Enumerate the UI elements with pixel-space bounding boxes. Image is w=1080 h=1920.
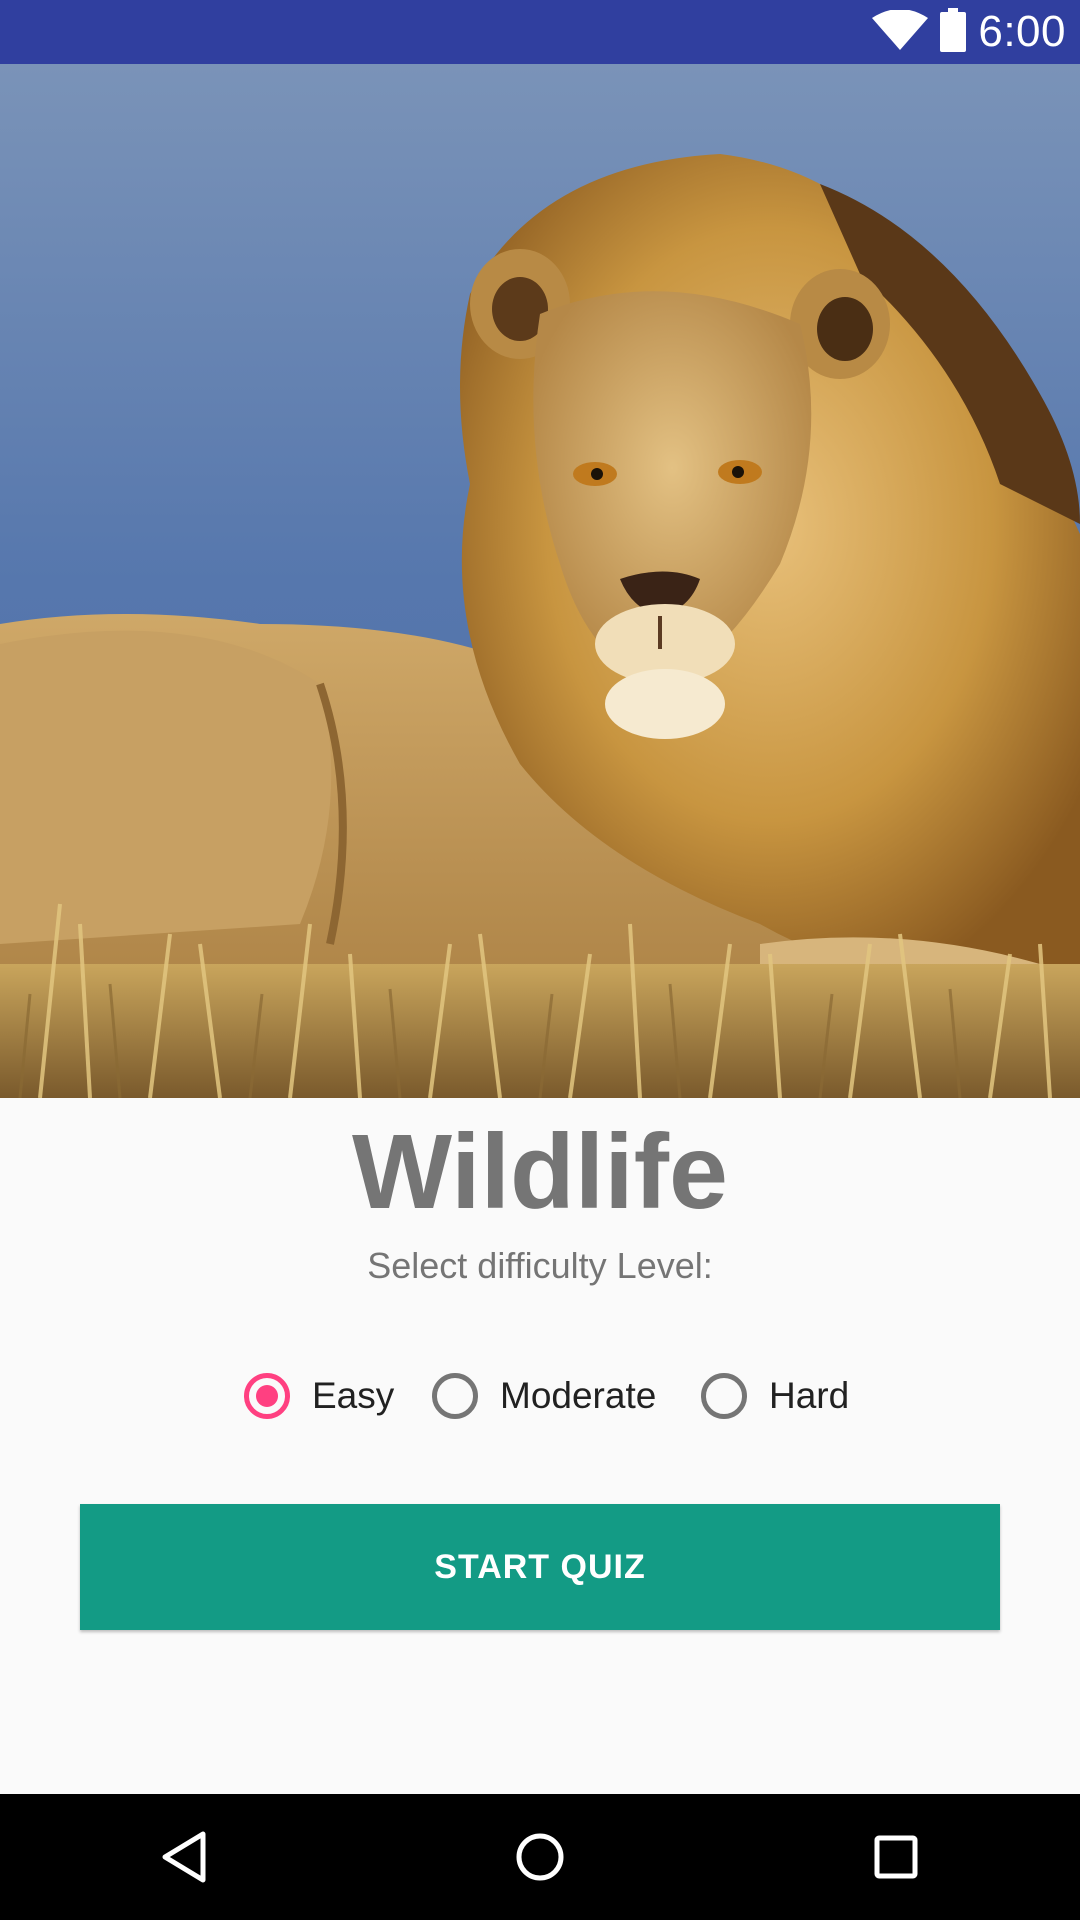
radio-unchecked-icon[interactable]	[701, 1373, 747, 1419]
recents-icon	[874, 1835, 918, 1879]
radio-unchecked-icon[interactable]	[432, 1373, 478, 1419]
radio-moderate-label: Moderate	[500, 1375, 657, 1416]
radio-easy-label: Easy	[312, 1375, 395, 1416]
status-bar: 6:00	[0, 0, 1080, 64]
radio-dot	[256, 1385, 278, 1407]
recents-button[interactable]	[816, 1794, 976, 1920]
radio-hard-label: Hard	[769, 1375, 850, 1416]
lion-image	[0, 64, 1080, 1098]
page-title: Wildlife	[352, 1113, 728, 1231]
battery-icon	[940, 7, 967, 57]
radio-hard[interactable]: Hard	[701, 1366, 849, 1426]
status-time: 6:00	[978, 7, 1066, 56]
start-quiz-button[interactable]: START QUIZ	[80, 1504, 1000, 1630]
radio-moderate[interactable]: Moderate	[432, 1366, 656, 1426]
status-icons: 6:00	[872, 0, 1066, 64]
home-button[interactable]	[460, 1794, 620, 1920]
difficulty-prompt: Select difficulty Level:	[367, 1245, 713, 1286]
navigation-bar	[0, 1794, 1080, 1920]
home-icon	[516, 1833, 564, 1881]
back-icon	[162, 1831, 206, 1883]
difficulty-radio-group: Easy Moderate Hard	[0, 1366, 1080, 1426]
app-screen: 6:00 Wildlife Select difficulty Level: E…	[0, 0, 1080, 1920]
wifi-icon	[872, 8, 929, 55]
radio-easy[interactable]: Easy	[244, 1366, 394, 1426]
back-button[interactable]	[104, 1794, 264, 1920]
radio-checked-icon[interactable]	[244, 1373, 290, 1419]
